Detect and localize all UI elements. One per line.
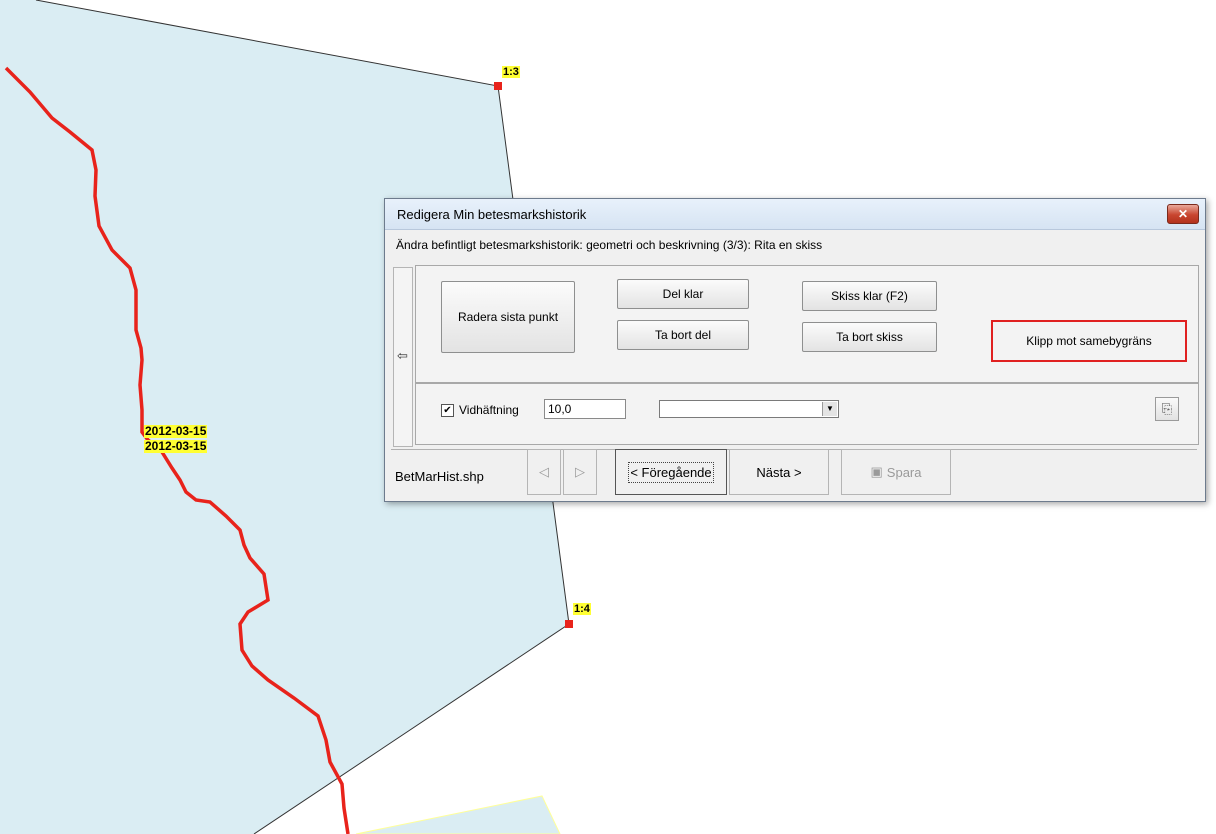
highlight-frame: [991, 320, 1187, 362]
vertex-marker[interactable]: [565, 620, 573, 628]
snapping-checkbox[interactable]: ✔: [441, 404, 454, 417]
vertex-marker[interactable]: [494, 82, 502, 90]
save-button[interactable]: ▣ Spara: [841, 449, 951, 495]
vertex-label: 1:4: [573, 603, 591, 615]
layer-select[interactable]: ▼: [659, 400, 839, 418]
floppy-icon: ▣: [870, 464, 883, 479]
back-arrow-icon[interactable]: ⇦: [397, 348, 408, 364]
previous-button[interactable]: < Föregående: [615, 449, 727, 495]
sketch-done-button[interactable]: Skiss klar (F2): [802, 281, 937, 311]
snapping-tolerance-input[interactable]: [544, 399, 626, 419]
dialog-subtitle: Ändra befintligt betesmarkshistorik: geo…: [396, 238, 823, 252]
remove-part-button[interactable]: Ta bort del: [617, 320, 749, 350]
previous-button-label: < Föregående: [628, 461, 714, 483]
layer-filename: BetMarHist.shp: [395, 469, 484, 484]
next-button[interactable]: Nästa >: [729, 449, 829, 495]
arrow-left-icon[interactable]: ◁: [527, 449, 561, 495]
arrow-right-icon[interactable]: ▷: [563, 449, 597, 495]
delete-last-point-button[interactable]: Radera sista punkt: [441, 281, 575, 353]
adjacent-polygon: [355, 795, 561, 834]
date-label: 2012-03-15: [144, 439, 208, 453]
close-icon[interactable]: ✕: [1167, 204, 1199, 224]
edit-dialog: Redigera Min betesmarkshistorik ✕ Ändra …: [384, 198, 1206, 502]
snapping-label: Vidhäftning: [459, 403, 519, 417]
edit-layer-icon[interactable]: ⎘: [1155, 397, 1179, 421]
date-label: 2012-03-15: [144, 424, 208, 438]
dialog-titlebar[interactable]: Redigera Min betesmarkshistorik ✕: [385, 199, 1205, 230]
chevron-down-icon[interactable]: ▼: [822, 402, 837, 416]
side-strip: ⇦: [393, 267, 413, 447]
vertex-label: 1:3: [502, 66, 520, 78]
dialog-title: Redigera Min betesmarkshistorik: [397, 207, 587, 222]
remove-sketch-button[interactable]: Ta bort skiss: [802, 322, 937, 352]
save-label: Spara: [886, 464, 922, 480]
part-done-button[interactable]: Del klar: [617, 279, 749, 309]
